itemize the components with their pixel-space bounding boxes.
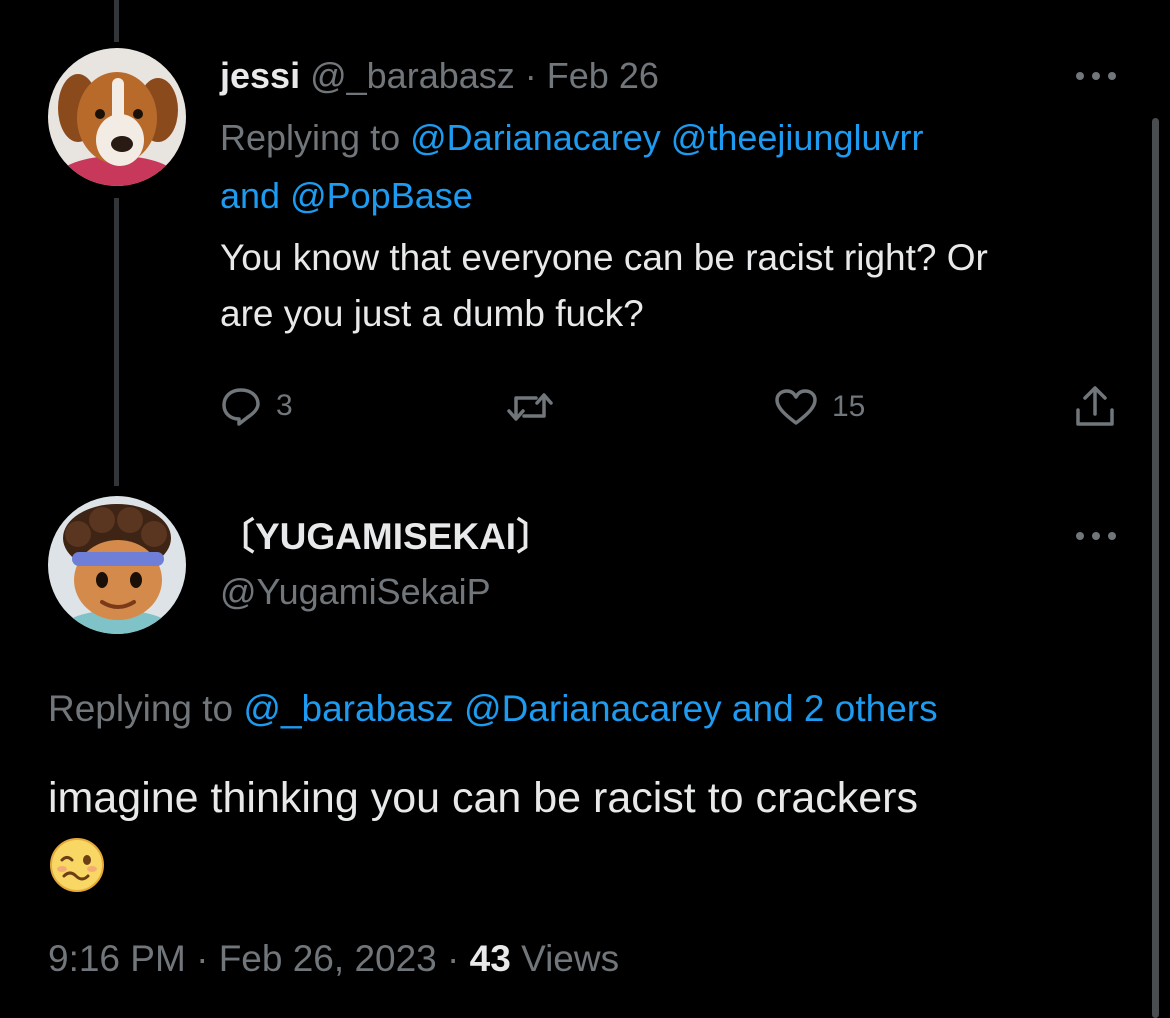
parent-avatar[interactable]: [48, 48, 186, 186]
cartoon-boy-avatar-icon: [48, 496, 186, 634]
parent-more-button[interactable]: [1076, 66, 1116, 86]
reply-action[interactable]: 3: [220, 386, 293, 426]
parent-handle[interactable]: @_barabasz: [310, 55, 515, 96]
replying-conjunction[interactable]: and: [220, 175, 280, 216]
share-action[interactable]: [1074, 384, 1116, 428]
like-action[interactable]: 15: [774, 388, 865, 426]
main-replying-line: Replying to @_barabasz @Darianacarey and…: [48, 688, 938, 730]
mention-link[interactable]: @theejiungluvrr: [671, 117, 924, 158]
more-dot-icon: [1076, 532, 1084, 540]
more-dot-icon: [1076, 72, 1084, 80]
retweet-icon: [507, 393, 553, 421]
parent-header: jessi @_barabasz · Feb 26: [220, 56, 659, 96]
more-dot-icon: [1108, 532, 1116, 540]
like-count: 15: [832, 390, 866, 423]
share-icon: [1076, 386, 1114, 426]
more-dot-icon: [1092, 532, 1100, 540]
dog-avatar-icon: [48, 48, 186, 186]
tweet-meta: 9:16 PM · Feb 26, 2023 · 43 Views: [48, 938, 619, 980]
main-display-name[interactable]: 〔YUGAMISEKAI〕: [218, 516, 553, 558]
main-more-button[interactable]: [1076, 526, 1116, 546]
mention-link[interactable]: @PopBase: [290, 175, 473, 216]
views-count: 43: [469, 938, 511, 979]
parent-replying-line-1: Replying to @Darianacarey @theejiungluvr…: [220, 118, 923, 158]
reply-count: 3: [276, 389, 293, 422]
meta-separator: ·: [447, 938, 460, 979]
main-avatar[interactable]: [48, 496, 186, 634]
heart-icon: [775, 389, 817, 425]
parent-display-name[interactable]: jessi: [220, 55, 300, 96]
more-dot-icon: [1092, 72, 1100, 80]
thread-line-middle: [114, 198, 119, 486]
replying-to-label: Replying to: [220, 117, 401, 158]
views-label: Views: [521, 938, 620, 979]
reply-icon: [222, 388, 260, 426]
parent-replying-line-2: and @PopBase: [220, 176, 473, 216]
woozy-face-emoji-icon: [50, 838, 104, 892]
meta-separator: ·: [196, 938, 209, 979]
parent-tweet-text: You know that everyone can be racist rig…: [220, 230, 988, 342]
main-handle[interactable]: @YugamiSekaiP: [220, 572, 491, 612]
mention-link[interactable]: @Darianacarey: [464, 688, 722, 729]
others-link[interactable]: and 2 others: [732, 688, 938, 729]
retweet-action[interactable]: [506, 388, 554, 426]
parent-header-separator: ·: [524, 55, 537, 96]
mention-link[interactable]: @Darianacarey: [410, 117, 661, 158]
replying-to-label: Replying to: [48, 688, 234, 729]
main-tweet-text: imagine thinking you can be racist to cr…: [48, 774, 918, 822]
tweet-date[interactable]: Feb 26, 2023: [219, 938, 437, 979]
parent-date[interactable]: Feb 26: [547, 55, 659, 96]
scrollbar[interactable]: [1152, 118, 1159, 1018]
mention-link[interactable]: @_barabasz: [243, 688, 453, 729]
more-dot-icon: [1108, 72, 1116, 80]
parent-text-line-2: are you just a dumb fuck?: [220, 293, 644, 334]
tweet-time[interactable]: 9:16 PM: [48, 938, 186, 979]
thread-line-top: [114, 0, 119, 42]
parent-text-line-1: You know that everyone can be racist rig…: [220, 237, 988, 278]
